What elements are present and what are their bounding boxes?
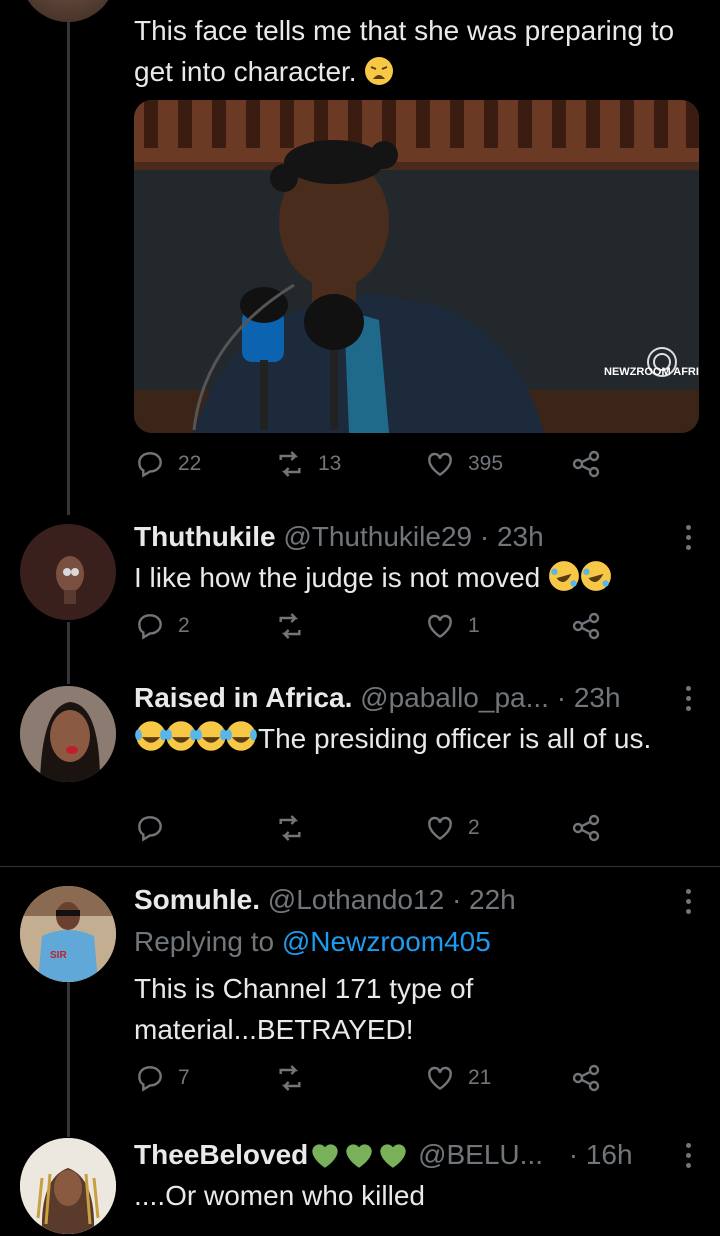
like-count: 2 (468, 816, 480, 839)
tweet-actions: 22 13 395 (134, 448, 614, 488)
divider (0, 866, 720, 867)
avatar[interactable] (20, 1138, 116, 1234)
timestamp[interactable]: · 23h (557, 682, 621, 713)
share-icon (572, 1064, 600, 1092)
reply-count: 7 (178, 1066, 190, 1089)
display-name[interactable]: Thuthukile (134, 521, 276, 552)
svg-text:SIR: SIR (50, 950, 67, 961)
tweet-actions: 2 (134, 812, 614, 852)
tears-of-joy-emoji (195, 721, 227, 751)
like-button[interactable]: 2 (424, 812, 480, 844)
timestamp[interactable]: · 23h (480, 521, 544, 552)
like-icon (428, 452, 452, 477)
green-heart-emoji (346, 1144, 373, 1168)
retweet-icon (279, 451, 301, 477)
share-icon (572, 612, 600, 640)
green-heart-emoji (312, 1144, 339, 1168)
more-icon[interactable] (686, 889, 692, 914)
tweet-text: The presiding officer is all of us. (134, 718, 694, 759)
like-count: 1 (468, 614, 480, 637)
retweet-count: 13 (318, 452, 342, 475)
tweet-text: This is Channel 171 type of material...B… (134, 973, 474, 1045)
tweet-actions: 7 21 (134, 1062, 614, 1102)
like-icon (428, 614, 452, 639)
reply-count: 22 (178, 452, 202, 475)
tears-of-joy-emoji (165, 721, 197, 751)
share-icon (572, 814, 600, 842)
more-icon[interactable] (686, 525, 692, 550)
display-name[interactable]: Somuhle. (134, 884, 260, 915)
more-icon[interactable] (686, 1143, 692, 1168)
reply-count: 2 (178, 614, 190, 637)
thread-line (67, 982, 70, 1137)
like-button[interactable]: 1 (424, 610, 480, 642)
reply-icon (138, 452, 162, 478)
thread-line (67, 0, 70, 515)
reply-icon (138, 816, 162, 842)
retweet-button[interactable] (274, 610, 306, 642)
rofl-emoji (549, 561, 579, 591)
reply-icon (138, 1066, 162, 1092)
avatar[interactable]: SIR (20, 886, 116, 982)
share-button[interactable] (570, 610, 602, 642)
timestamp[interactable]: · 16h (569, 1139, 633, 1170)
tears-of-joy-emoji (135, 721, 167, 751)
retweet-button[interactable] (274, 812, 306, 844)
user-handle[interactable]: @BELU... (418, 1139, 543, 1170)
like-button[interactable]: 395 (424, 448, 503, 480)
green-heart-emoji (380, 1144, 407, 1168)
tweet-header: Somuhle. @Lothando12 · 22h (134, 882, 516, 918)
mention-link[interactable]: @Newzroom405 (282, 926, 491, 957)
avatar[interactable] (20, 686, 116, 782)
like-count: 21 (468, 1066, 492, 1089)
like-count: 395 (468, 452, 504, 475)
more-icon[interactable] (686, 686, 692, 711)
reply-button[interactable]: 2 (134, 610, 190, 642)
tweet-text: This face tells me that she was preparin… (134, 15, 675, 87)
share-icon (572, 450, 600, 478)
weary-face-emoji (365, 57, 394, 85)
like-icon (428, 816, 452, 841)
media-watermark: NEWZROOM AFRIKA (604, 366, 699, 378)
user-handle[interactable]: @Thuthukile29 (283, 521, 472, 552)
avatar[interactable] (20, 0, 116, 22)
display-name[interactable]: TheeBeloved (134, 1139, 410, 1170)
tweet-media[interactable]: NEWZROOM AFRIKA (134, 100, 699, 433)
tweet-text: I like how the judge is not moved (134, 557, 612, 598)
thread-line (67, 622, 70, 684)
reply-icon (138, 614, 162, 640)
reply-button[interactable]: 7 (134, 1062, 190, 1094)
share-button[interactable] (570, 448, 602, 480)
tweet-actions: 2 1 (134, 610, 614, 650)
retweet-button[interactable] (274, 1062, 306, 1094)
like-button[interactable]: 21 (424, 1062, 491, 1094)
user-handle[interactable]: @paballo_pa... (360, 682, 549, 713)
user-handle[interactable]: @Lothando12 (268, 884, 444, 915)
like-icon (428, 1066, 452, 1091)
reply-button[interactable] (134, 812, 166, 844)
rofl-emoji (581, 561, 611, 591)
retweet-button[interactable]: 13 (274, 448, 341, 480)
share-button[interactable] (570, 1062, 602, 1094)
timestamp[interactable]: · 22h (452, 884, 516, 915)
reply-button[interactable]: 22 (134, 448, 201, 480)
tears-of-joy-emoji (225, 721, 257, 751)
retweet-icon (279, 1065, 301, 1091)
tweet-header: TheeBeloved @BELU... · 16h (134, 1137, 633, 1173)
share-button[interactable] (570, 812, 602, 844)
tweet-header: Thuthukile @Thuthukile29 · 23h (134, 519, 544, 555)
replying-to: Replying to @Newzroom405 (134, 926, 491, 957)
display-name[interactable]: Raised in Africa. (134, 682, 352, 713)
retweet-icon (279, 613, 301, 639)
avatar[interactable] (20, 524, 116, 620)
retweet-icon (279, 815, 301, 841)
tweet-header: Raised in Africa. @paballo_pa... · 23h (134, 680, 621, 716)
tweet-text: ....Or women who killed (134, 1180, 425, 1211)
